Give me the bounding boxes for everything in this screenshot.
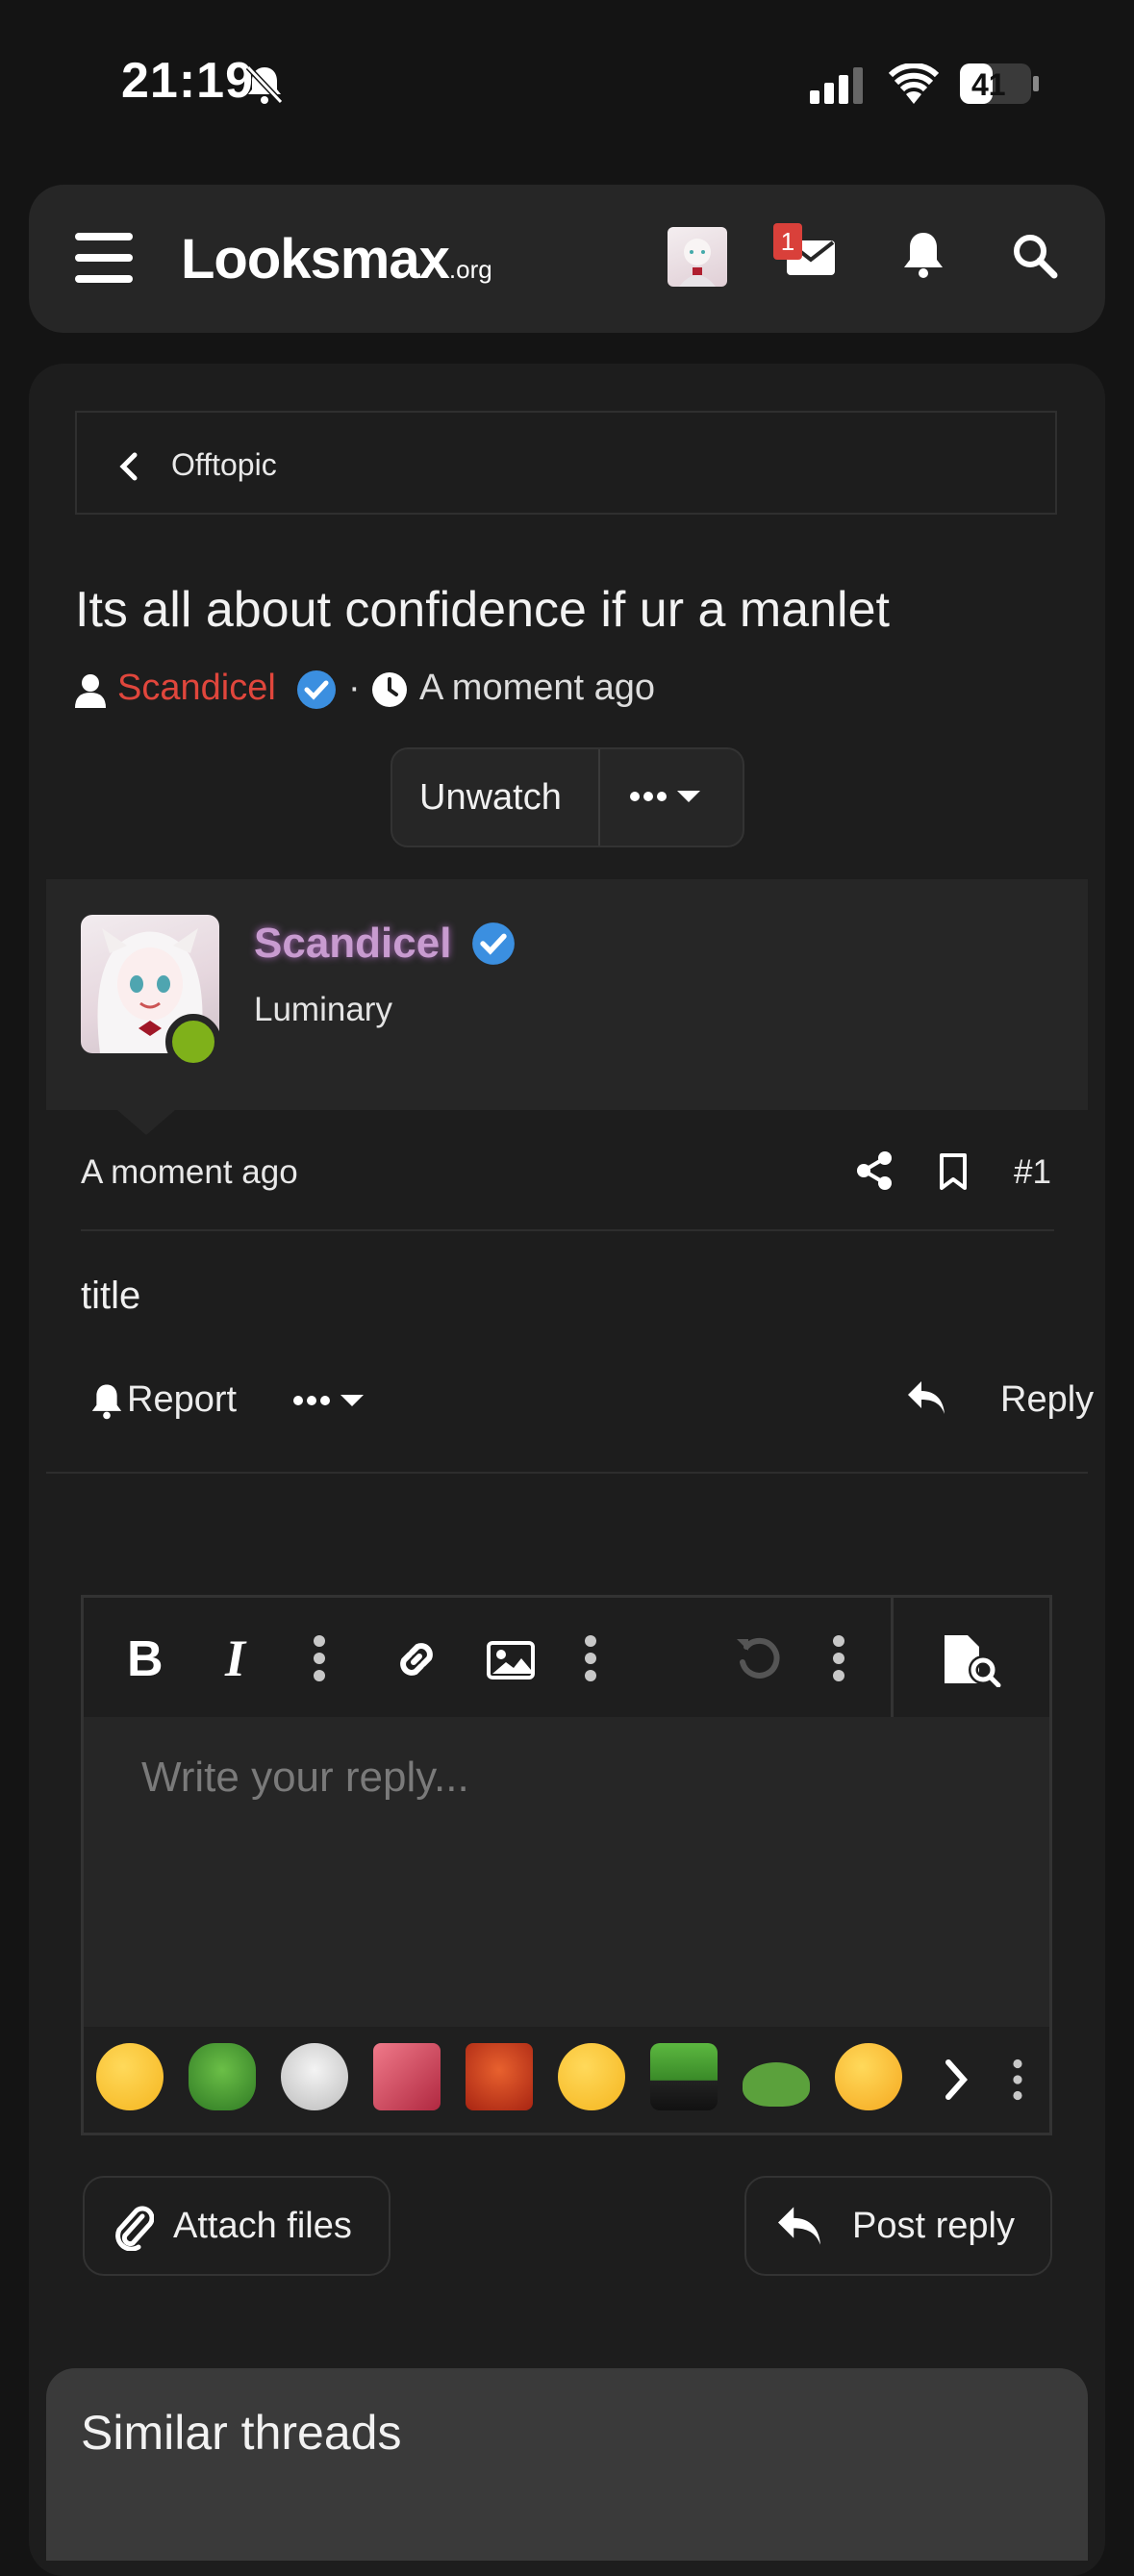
share-icon[interactable] <box>856 1150 893 1191</box>
reply-button[interactable]: Reply <box>1000 1379 1094 1421</box>
crying-wojak-smilie[interactable] <box>281 2043 348 2110</box>
chevron-right-icon[interactable] <box>943 2058 970 2101</box>
italic-icon[interactable]: I <box>219 1633 258 1681</box>
preview-icon[interactable] <box>941 1633 1002 1687</box>
inbox-badge: 1 <box>773 223 802 260</box>
more-insert-options-icon[interactable] <box>583 1635 598 1681</box>
smilie-menu-icon[interactable] <box>1010 2058 1025 2101</box>
online-indicator <box>165 1014 221 1070</box>
post-header-pointer <box>117 1110 175 1135</box>
user-avatar[interactable] <box>668 227 727 287</box>
similar-threads-title: Similar threads <box>81 2406 402 2460</box>
clock-icon <box>371 671 408 708</box>
undo-icon[interactable] <box>735 1637 781 1681</box>
bold-icon[interactable]: B <box>125 1633 167 1681</box>
svg-text:I: I <box>224 1633 247 1681</box>
small-frog-smilie[interactable] <box>743 2062 810 2107</box>
hamburger-menu-icon[interactable] <box>75 233 133 283</box>
bookmark-icon[interactable] <box>939 1152 968 1191</box>
verified-badge-icon <box>471 922 516 966</box>
button-divider <box>598 749 600 846</box>
post-body: title <box>81 1275 141 1317</box>
battery-level: 41 <box>971 67 1006 102</box>
status-time: 21:19 <box>121 53 254 109</box>
divider <box>46 1472 1088 1474</box>
unwatch-button[interactable]: Unwatch <box>419 777 562 819</box>
more-text-options-icon[interactable] <box>312 1635 327 1681</box>
thread-time: A moment ago <box>419 668 656 708</box>
logo-suffix: .org <box>448 255 492 284</box>
reply-textarea[interactable] <box>84 1717 1049 2027</box>
divider <box>81 1229 1054 1231</box>
grinning-smilie[interactable] <box>558 2043 625 2110</box>
post-time[interactable]: A moment ago <box>81 1153 298 1192</box>
reply-arrow-icon[interactable] <box>906 1379 946 1416</box>
verified-badge-icon <box>296 669 337 710</box>
battery-icon: 41 <box>960 63 1039 104</box>
post-number-link[interactable]: #1 <box>1014 1153 1051 1192</box>
more-options-dropdown[interactable] <box>627 785 704 808</box>
paperclip-icon <box>112 2203 154 2251</box>
bell-muted-icon <box>240 60 289 108</box>
link-icon[interactable] <box>392 1635 441 1683</box>
post-reply-label: Post reply <box>852 2206 1015 2246</box>
report-bell-icon[interactable] <box>90 1383 123 1420</box>
thread-title: Its all about confidence if ur a manlet <box>75 582 890 638</box>
meta-separator: · <box>348 668 361 708</box>
post-more-dropdown[interactable] <box>290 1389 367 1412</box>
svg-text:B: B <box>127 1633 164 1681</box>
breadcrumb-label[interactable]: Offtopic <box>171 447 277 483</box>
red-face-smilie[interactable] <box>466 2043 533 2110</box>
anime-face-smilie[interactable] <box>373 2043 441 2110</box>
post-author-name[interactable]: Scandicel <box>254 920 451 968</box>
more-editor-options-icon[interactable] <box>831 1635 846 1681</box>
site-logo[interactable]: Looksmax.org <box>181 227 492 291</box>
logo-main: Looksmax <box>181 228 450 290</box>
wifi-icon <box>889 63 939 104</box>
search-icon[interactable] <box>1012 233 1058 279</box>
rofl-smilie[interactable] <box>835 2043 902 2110</box>
reply-arrow-icon <box>775 2205 823 2247</box>
chevron-left-icon <box>119 452 139 481</box>
bell-icon[interactable] <box>902 231 945 279</box>
image-icon[interactable] <box>487 1641 535 1679</box>
cellular-signal-icon <box>810 67 864 104</box>
attach-files-label: Attach files <box>173 2206 352 2246</box>
pepe-suit-smilie[interactable] <box>650 2043 718 2110</box>
user-icon <box>75 673 106 708</box>
report-button[interactable]: Report <box>127 1379 237 1421</box>
similar-threads-panel <box>46 2368 1088 2561</box>
thread-author-link[interactable]: Scandicel <box>117 668 276 709</box>
thinking-smilie[interactable] <box>96 2043 164 2110</box>
pepe-frog-smilie[interactable] <box>189 2043 256 2110</box>
post-author-role: Luminary <box>254 991 392 1028</box>
toolbar-divider <box>891 1598 894 1717</box>
